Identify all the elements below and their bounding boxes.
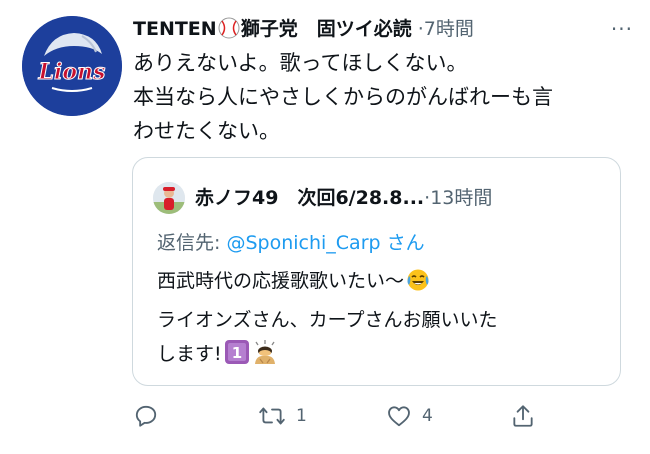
reply-handle-link[interactable]: @Sponichi_Carp [226, 232, 380, 254]
bowing-person-icon [252, 339, 278, 376]
tweet-text: ありえないよ。歌ってほしくない。 本当なら人にやさしくからのがんばれーも言 わせ… [133, 46, 628, 148]
quote-text-line: します! [157, 343, 222, 365]
tweet-text-line: ありえないよ。歌ってほしくない。 [133, 51, 468, 75]
tweet-action-bar: 1 4 [0, 398, 650, 434]
heart-icon [388, 406, 410, 427]
more-options-icon[interactable]: ··· [611, 14, 633, 44]
quote-text-line: 西武時代の応援歌歌いたい〜 [157, 270, 405, 292]
quote-author-name: 赤ノフ49 次回6/28.8... [195, 187, 425, 209]
like-button[interactable]: 4 [386, 398, 433, 434]
share-icon [513, 405, 533, 427]
laughing-tears-icon [406, 268, 430, 303]
quoted-tweet[interactable]: 赤ノフ49 次回6/28.8...·13時間 返信先: @Sponichi_Ca… [132, 157, 621, 386]
reply-to-label: 返信先: [157, 232, 221, 254]
number-one-keycap-icon: 1 [224, 339, 250, 376]
quote-time: 13時間 [430, 187, 493, 209]
retweet-button[interactable]: 1 [258, 398, 307, 434]
retweet-icon [259, 407, 285, 425]
baseball-icon [218, 17, 240, 48]
author-name[interactable]: TENTEN 獅子党 固ツイ必読 [133, 17, 412, 40]
retweet-count: 1 [296, 406, 307, 426]
svg-text:Lions: Lions [38, 59, 106, 85]
svg-text:1: 1 [231, 344, 241, 362]
tweet-header: TENTEN 獅子党 固ツイ必読 ·7時間 ··· [133, 14, 633, 44]
share-button[interactable] [510, 398, 536, 434]
reply-icon [135, 405, 157, 427]
author-avatar[interactable]: Lions [22, 16, 122, 116]
quote-text: 西武時代の応援歌歌いたい〜 ライオンズさん、カープさんお願いいた します! 1 [157, 264, 497, 376]
quote-text-line: ライオンズさん、カープさんお願いいた [157, 309, 498, 331]
reply-button[interactable] [133, 398, 169, 434]
reply-suffix[interactable]: さん [387, 232, 425, 254]
like-count: 4 [422, 406, 433, 426]
tweet-text-line: 本当なら人にやさしくからのがんばれーも言 [133, 85, 553, 109]
tweet-time[interactable]: 7時間 [424, 18, 474, 40]
lions-logo-icon: Lions [22, 16, 122, 116]
quote-header: 赤ノフ49 次回6/28.8...·13時間 [195, 182, 492, 214]
tweet-text-line: わせたくない。 [133, 119, 280, 143]
reply-to-line: 返信先: @Sponichi_Carp さん [157, 228, 425, 258]
quote-author-avatar [153, 182, 185, 214]
